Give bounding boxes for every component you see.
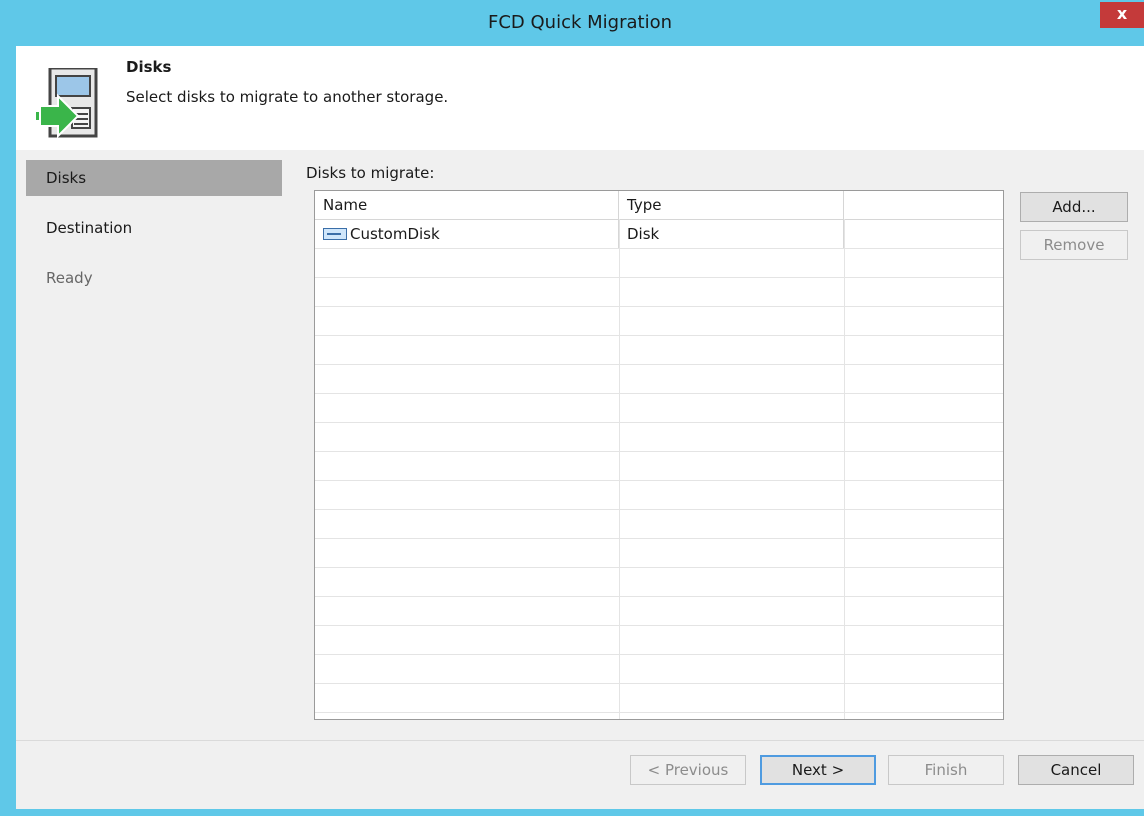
- step-title: Disks: [126, 58, 172, 76]
- grid-header: Name Type: [315, 191, 1003, 220]
- row-line: [315, 567, 1003, 568]
- main-panel: Disks to migrate: Name Type CustomDisk D…: [294, 150, 1144, 740]
- row-line: [315, 306, 1003, 307]
- remove-button: Remove: [1020, 230, 1128, 260]
- cancel-button[interactable]: Cancel: [1018, 755, 1134, 785]
- row-line: [315, 451, 1003, 452]
- row-line: [315, 335, 1003, 336]
- step-navigation: Disks Destination Ready: [16, 150, 294, 740]
- cell-type: Disk: [619, 220, 844, 248]
- row-line: [315, 393, 1003, 394]
- column-divider: [844, 219, 845, 719]
- wizard-body: Disks Destination Ready Disks to migrate…: [16, 150, 1144, 740]
- close-button[interactable]: x: [1100, 2, 1144, 28]
- row-line: [315, 625, 1003, 626]
- column-divider: [619, 219, 620, 719]
- row-line: [315, 509, 1003, 510]
- nav-item-destination[interactable]: Destination: [26, 210, 282, 246]
- column-header-type[interactable]: Type: [619, 191, 844, 219]
- wizard-window: FCD Quick Migration x Disks Select disks…: [0, 0, 1144, 816]
- add-button[interactable]: Add...: [1020, 192, 1128, 222]
- nav-item-disks[interactable]: Disks: [26, 160, 282, 196]
- row-line: [315, 712, 1003, 713]
- row-line: [315, 538, 1003, 539]
- row-line: [315, 654, 1003, 655]
- row-line: [315, 364, 1003, 365]
- disk-icon: [323, 228, 347, 240]
- row-line: [315, 683, 1003, 684]
- disks-list-label: Disks to migrate:: [306, 164, 435, 182]
- column-header-empty: [844, 191, 1003, 219]
- next-button[interactable]: Next >: [760, 755, 876, 785]
- finish-button: Finish: [888, 755, 1004, 785]
- disk-name: CustomDisk: [350, 225, 440, 243]
- nav-item-ready: Ready: [46, 269, 93, 287]
- step-description: Select disks to migrate to another stora…: [126, 88, 449, 106]
- wizard-footer: < Previous Next > Finish Cancel: [16, 740, 1144, 809]
- row-line: [315, 480, 1003, 481]
- cell-name: CustomDisk: [315, 220, 619, 248]
- previous-button: < Previous: [630, 755, 746, 785]
- migration-icon: [36, 68, 98, 138]
- disks-grid[interactable]: Name Type CustomDisk Disk: [314, 190, 1004, 720]
- row-line: [315, 422, 1003, 423]
- title-bar[interactable]: FCD Quick Migration x: [8, 0, 1144, 46]
- row-line: [315, 596, 1003, 597]
- table-row[interactable]: CustomDisk Disk: [315, 220, 1003, 248]
- cell-empty: [844, 220, 1003, 248]
- wizard-client: Disks Select disks to migrate to another…: [16, 46, 1144, 809]
- row-line: [315, 248, 1003, 249]
- window-title: FCD Quick Migration: [488, 12, 672, 33]
- row-line: [315, 277, 1003, 278]
- column-header-name[interactable]: Name: [315, 191, 619, 219]
- wizard-header: Disks Select disks to migrate to another…: [16, 46, 1144, 148]
